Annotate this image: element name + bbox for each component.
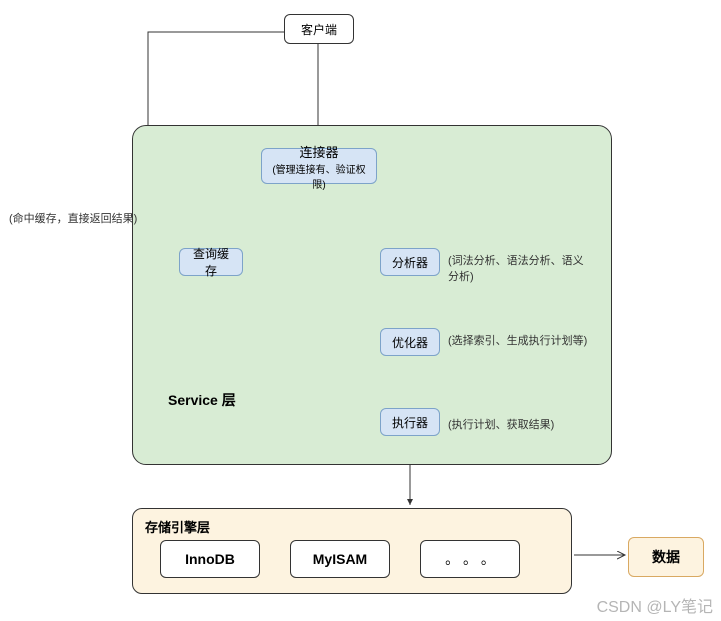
connector-sub: (管理连接有、验证权限) <box>270 161 368 191</box>
engine-innodb-label: InnoDB <box>185 551 235 567</box>
analyzer-node: 分析器 <box>380 248 440 276</box>
connector-title: 连接器 <box>299 142 338 161</box>
cache-hit-annotation: (命中缓存，直接返回结果) <box>9 210 144 226</box>
client-label: 客户端 <box>301 21 337 38</box>
analyzer-annotation: (词法分析、语法分析、语义分析) <box>448 252 593 284</box>
optimizer-label: 优化器 <box>392 334 428 351</box>
analyzer-label: 分析器 <box>392 254 428 271</box>
engine-more: 。 。 。 <box>420 540 520 578</box>
engine-myisam: MyISAM <box>290 540 390 578</box>
storage-layer-title: 存储引擎层 <box>145 517 559 536</box>
cache-label: 查询缓存 <box>188 245 234 279</box>
connector-node: 连接器 (管理连接有、验证权限) <box>261 148 377 184</box>
data-node: 数据 <box>628 537 704 577</box>
cache-node: 查询缓存 <box>179 248 243 276</box>
engine-myisam-label: MyISAM <box>313 551 367 567</box>
client-node: 客户端 <box>284 14 354 44</box>
watermark: CSDN @LY笔记 <box>597 593 713 617</box>
executor-node: 执行器 <box>380 408 440 436</box>
executor-annotation: (执行计划、获取结果) <box>448 416 593 432</box>
executor-label: 执行器 <box>392 414 428 431</box>
engine-more-label: 。 。 。 <box>445 549 495 569</box>
engine-innodb: InnoDB <box>160 540 260 578</box>
data-node-label: 数据 <box>652 547 680 567</box>
optimizer-node: 优化器 <box>380 328 440 356</box>
service-layer-title: Service 层 <box>168 390 236 410</box>
optimizer-annotation: (选择索引、生成执行计划等) <box>448 332 593 348</box>
